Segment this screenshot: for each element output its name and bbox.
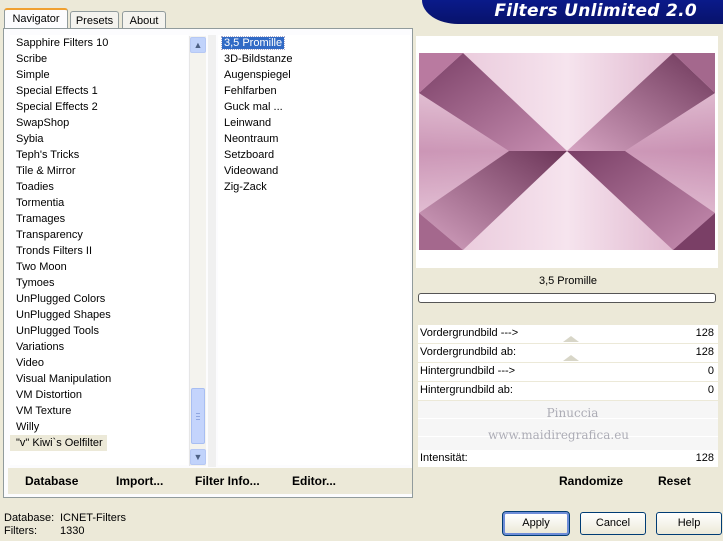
randomize-button[interactable]: Randomize	[559, 474, 623, 488]
category-item[interactable]: UnPlugged Shapes	[10, 307, 188, 323]
watermark-line1: Pinuccia	[546, 406, 599, 420]
tab-about[interactable]: About	[122, 11, 166, 29]
progress-bar	[418, 293, 716, 303]
param-label: Hintergrundbild ab:	[420, 384, 513, 396]
preview-image	[419, 53, 715, 250]
filter-item[interactable]: Augenspiegel	[218, 67, 410, 83]
cancel-button[interactable]: Cancel	[580, 512, 646, 535]
param-value: 0	[707, 384, 714, 396]
category-item-selected[interactable]: "v" Kiwi`s Oelfilter	[10, 435, 107, 451]
category-item[interactable]: Tile & Mirror	[10, 163, 188, 179]
category-item[interactable]: Transparency	[10, 227, 188, 243]
param-value: 0	[707, 365, 714, 377]
category-item[interactable]: Visual Manipulation	[10, 371, 188, 387]
category-list[interactable]: Sapphire Filters 10 Scribe Simple Specia…	[10, 35, 188, 465]
intensity-value: 128	[695, 452, 714, 464]
param-value: 128	[695, 346, 714, 358]
filter-item-selected[interactable]: 3,5 Promille	[218, 35, 410, 51]
category-item[interactable]: Sybia	[10, 131, 188, 147]
reset-button[interactable]: Reset	[658, 474, 691, 488]
category-item[interactable]: Video	[10, 355, 188, 371]
import-button[interactable]: Import...	[116, 474, 163, 488]
filter-info-button[interactable]: Filter Info...	[195, 474, 260, 488]
param-label: Vordergrundbild --->	[420, 327, 519, 339]
filter-item[interactable]: Zig-Zack	[218, 179, 410, 195]
param-value: 128	[695, 327, 714, 339]
param-label: Hintergrundbild --->	[420, 365, 516, 377]
category-item[interactable]: UnPlugged Colors	[10, 291, 188, 307]
category-item[interactable]: Tramages	[10, 211, 188, 227]
category-item[interactable]: Two Moon	[10, 259, 188, 275]
status-filters-label: Filters:	[4, 525, 37, 537]
category-item[interactable]: Teph's Tricks	[10, 147, 188, 163]
filter-item[interactable]: Leinwand	[218, 115, 410, 131]
tab-navigator[interactable]: Navigator	[4, 8, 68, 29]
category-item[interactable]: Simple	[10, 67, 188, 83]
status-filters: Filters: 1330	[4, 525, 84, 537]
param-label: Vordergrundbild ab:	[420, 346, 517, 358]
scroll-up-icon[interactable]: ▲	[190, 37, 206, 53]
database-button[interactable]: Database	[25, 474, 78, 488]
filter-item[interactable]: Guck mal ...	[218, 99, 410, 115]
list-divider	[208, 35, 216, 467]
filter-item[interactable]: Setzboard	[218, 147, 410, 163]
status-database-value: ICNET-Filters	[60, 512, 126, 524]
category-item[interactable]: Variations	[10, 339, 188, 355]
watermark-line2: www.maidiregrafica.eu	[488, 428, 630, 442]
title-banner: Filters Unlimited 2.0	[422, 0, 723, 24]
tab-presets[interactable]: Presets	[70, 11, 119, 29]
current-filter-name: 3,5 Promille	[418, 270, 718, 292]
filter-item[interactable]: Neontraum	[218, 131, 410, 147]
slider-marker-icon	[563, 355, 579, 361]
param-row[interactable]: Vordergrundbild ab: 128	[418, 344, 718, 363]
status-database-label: Database:	[4, 512, 55, 524]
category-item[interactable]: Sapphire Filters 10	[10, 35, 188, 51]
scroll-down-icon[interactable]: ▼	[190, 449, 206, 465]
apply-button[interactable]: Apply	[502, 511, 570, 536]
param-row[interactable]: Hintergrundbild ab: 0	[418, 382, 718, 401]
category-item[interactable]: Special Effects 2	[10, 99, 188, 115]
param-row[interactable]: Vordergrundbild ---> 128	[418, 325, 718, 344]
preview-area	[416, 36, 718, 268]
category-item[interactable]: VM Distortion	[10, 387, 188, 403]
category-item[interactable]: Scribe	[10, 51, 188, 67]
param-row[interactable]: Hintergrundbild ---> 0	[418, 363, 718, 382]
navigator-button-bar: Database Import... Filter Info... Editor…	[8, 468, 412, 494]
category-item[interactable]: UnPlugged Tools	[10, 323, 188, 339]
category-item[interactable]: Tronds Filters II	[10, 243, 188, 259]
filter-item[interactable]: Fehlfarben	[218, 83, 410, 99]
category-item[interactable]: VM Texture	[10, 403, 188, 419]
status-filters-value: 1330	[60, 525, 85, 537]
category-item[interactable]: SwapShop	[10, 115, 188, 131]
category-item[interactable]: Special Effects 1	[10, 83, 188, 99]
editor-button[interactable]: Editor...	[292, 474, 336, 488]
intensity-label: Intensität:	[420, 452, 468, 464]
watermark: Pinuccia www.maidiregrafica.eu	[488, 402, 629, 446]
filter-item[interactable]: Videowand	[218, 163, 410, 179]
category-item[interactable]: Tymoes	[10, 275, 188, 291]
filter-list[interactable]: 3,5 Promille 3D-Bildstanze Augenspiegel …	[218, 35, 410, 465]
category-item[interactable]: Tormentia	[10, 195, 188, 211]
app-title: Filters Unlimited 2.0	[494, 1, 697, 21]
preview-button-bar: Randomize Reset	[418, 468, 718, 494]
help-button[interactable]: Help	[656, 512, 722, 535]
category-scrollbar[interactable]: ▲ ▼	[189, 36, 206, 466]
intensity-row[interactable]: Intensität: 128	[418, 450, 718, 467]
category-item[interactable]: Willy	[10, 419, 188, 435]
slider-marker-icon	[563, 336, 579, 342]
category-item[interactable]: Toadies	[10, 179, 188, 195]
scroll-thumb[interactable]	[191, 388, 205, 444]
filter-item[interactable]: 3D-Bildstanze	[218, 51, 410, 67]
status-database: Database: ICNET-Filters	[4, 512, 126, 524]
